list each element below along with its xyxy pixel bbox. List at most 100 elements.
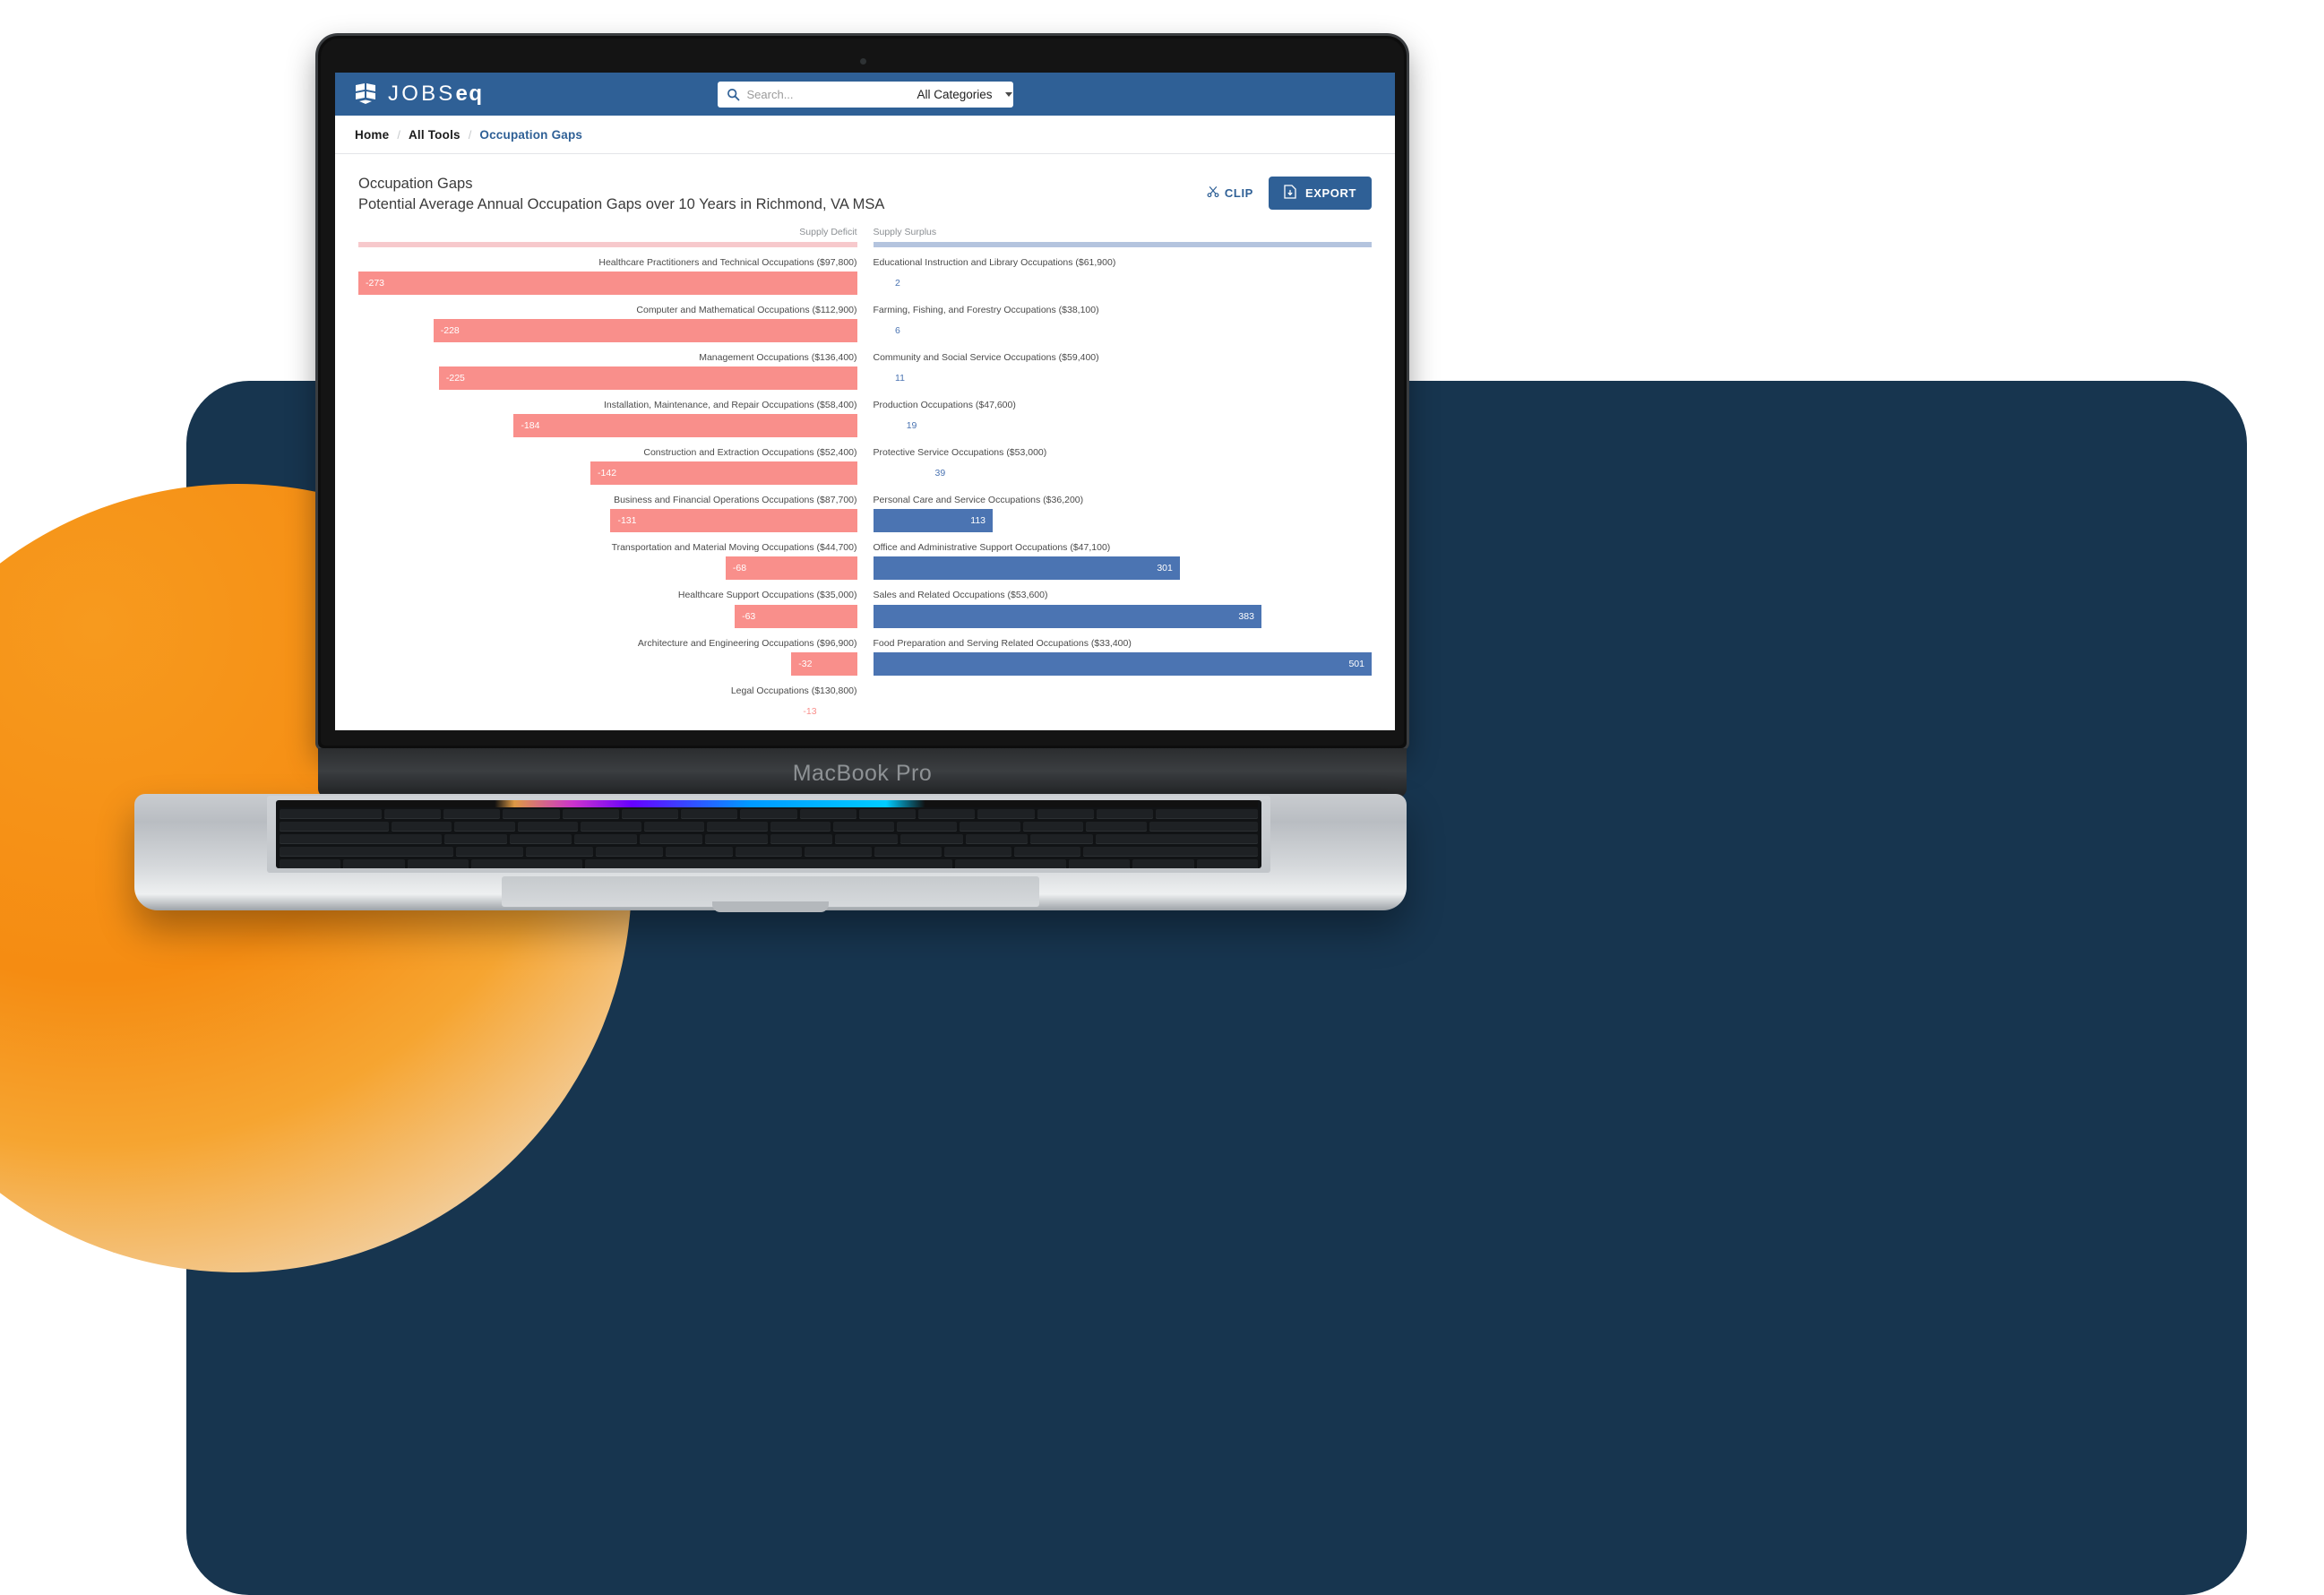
chart-row-label: Personal Care and Service Occupations ($… — [873, 495, 1084, 506]
breadcrumb-item-occupation-gaps[interactable]: Occupation Gaps — [479, 128, 582, 142]
chart-bar-group: 11 — [874, 366, 905, 390]
chart-bar-value: -68 — [732, 563, 747, 574]
chart-bar-value: -228 — [440, 324, 460, 336]
chart-row: Installation, Maintenance, and Repair Oc… — [358, 399, 857, 438]
laptop-base — [134, 794, 1407, 912]
chart-row-bar-line: -142 — [358, 461, 857, 486]
chart-row: Production Occupations ($47,600) 19 — [874, 400, 1373, 437]
app-topbar: JOBSeq All — [335, 73, 1395, 116]
chart-bar[interactable]: -131 — [610, 509, 857, 533]
chart-row-bar-line: -273 — [358, 271, 857, 295]
chart-row-bar-line: -63 — [358, 604, 857, 628]
chart-row-bar-line: -32 — [358, 651, 857, 676]
chart-bar-value: -131 — [617, 515, 637, 527]
chart-bar[interactable]: -68 — [725, 556, 857, 581]
breadcrumb-item-home[interactable]: Home — [355, 128, 389, 142]
chart-bar-value: 2 — [895, 277, 900, 289]
chart-bar-value: -13 — [803, 705, 817, 717]
chart-row-label: Installation, Maintenance, and Repair Oc… — [603, 399, 857, 410]
chart-row: Educational Instruction and Library Occu… — [874, 257, 1373, 295]
supply-surplus-axis-track — [873, 241, 1372, 247]
chart-bar-value: 113 — [970, 515, 986, 527]
chart-bar[interactable]: 301 — [873, 556, 1180, 581]
page-title-block: Occupation Gaps Potential Average Annual… — [358, 174, 884, 215]
chart-row-bar-line: 301 — [873, 556, 1373, 581]
supply-deficit-rows: Healthcare Practitioners and Technical O… — [358, 257, 857, 723]
brand-name-accent: eq — [455, 82, 484, 106]
chart-row-bar-line: -13 — [358, 700, 857, 723]
keyboard-row — [276, 859, 1261, 868]
breadcrumb-separator: / — [397, 127, 400, 142]
breadcrumb-separator: / — [468, 127, 472, 142]
chart-row-label: Food Preparation and Serving Related Occ… — [873, 637, 1132, 649]
breadcrumb-item-all-tools[interactable]: All Tools — [409, 128, 460, 142]
chart-bar[interactable]: -142 — [590, 461, 857, 486]
chart-row-label: Office and Administrative Support Occupa… — [873, 542, 1111, 554]
chart-bar[interactable]: -273 — [358, 271, 857, 295]
base-notch — [712, 901, 829, 912]
chart-bar-value: 383 — [1238, 610, 1254, 622]
chart-bar[interactable]: 383 — [873, 604, 1261, 628]
chart-bar-group: -13 — [803, 700, 856, 723]
chart-row-bar-line: 39 — [874, 461, 1373, 485]
chart-row-label: Production Occupations ($47,600) — [873, 399, 1016, 410]
chart-bar[interactable]: -228 — [433, 318, 857, 342]
chart-bar[interactable]: -63 — [735, 604, 857, 628]
chart-row-bar-line: -228 — [358, 318, 857, 342]
keyboard-well — [267, 796, 1270, 873]
scissors-icon — [1207, 185, 1219, 201]
chart-row-label: Healthcare Support Occupations ($35,000) — [677, 590, 857, 601]
document-download-icon — [1284, 185, 1296, 202]
chart-row: Business and Financial Operations Occupa… — [358, 495, 857, 533]
category-dropdown[interactable]: All Categories — [907, 88, 1021, 101]
chart-row-bar-line: 501 — [873, 651, 1372, 676]
chart-row-label: Management Occupations ($136,400) — [699, 351, 857, 363]
chart-row: Food Preparation and Serving Related Occ… — [873, 637, 1372, 676]
export-button[interactable]: EXPORT — [1268, 177, 1372, 210]
supply-deficit-axis-track — [358, 241, 857, 247]
touch-bar[interactable] — [280, 800, 1258, 807]
chart-row-label: Sales and Related Occupations ($53,600) — [873, 590, 1048, 601]
laptop-lid: JOBSeq All — [318, 36, 1407, 748]
supply-deficit-axis-label: Supply Deficit — [799, 226, 857, 237]
clip-button-label: CLIP — [1224, 186, 1253, 200]
chart-row-bar-line: 383 — [873, 604, 1373, 628]
breadcrumb: Home / All Tools / Occupation Gaps — [335, 116, 1395, 154]
chart-row: Protective Service Occupations ($53,000)… — [874, 447, 1373, 485]
chart-row: Healthcare Practitioners and Technical O… — [358, 257, 857, 295]
chart-bar[interactable]: -32 — [791, 651, 857, 676]
chart-row: Office and Administrative Support Occupa… — [873, 542, 1373, 581]
chart-row-bar-line: -184 — [358, 414, 857, 438]
search-input[interactable] — [745, 80, 907, 108]
brand-name: JOBSeq — [388, 82, 484, 107]
laptop-bottom-bezel: MacBook Pro — [318, 748, 1407, 798]
chart-row-label: Construction and Extraction Occupations … — [643, 447, 857, 459]
chart-bar[interactable]: 501 — [873, 651, 1372, 676]
chart-bar-value: 39 — [934, 468, 946, 479]
chart-bar[interactable]: -184 — [513, 414, 857, 438]
chart-row-bar-line: 19 — [874, 414, 1373, 437]
chart-row: Personal Care and Service Occupations ($… — [873, 495, 1373, 533]
webcam-icon — [859, 58, 866, 65]
supply-surplus-panel: Supply Surplus Educational Instruction a… — [873, 227, 1373, 723]
clip-button[interactable]: CLIP — [1207, 185, 1253, 201]
jobseq-logo-icon — [353, 82, 378, 107]
chart-row: Computer and Mathematical Occupations ($… — [358, 305, 857, 342]
brand-logo[interactable]: JOBSeq — [353, 82, 484, 107]
chart-bar-group: 6 — [874, 319, 900, 342]
chart-row-label: Transportation and Material Moving Occup… — [611, 542, 857, 554]
chart-row: Architecture and Engineering Occupations… — [358, 638, 857, 676]
laptop-screen: JOBSeq All — [335, 73, 1395, 730]
chart-bar[interactable]: -225 — [438, 366, 857, 390]
keyboard-row — [276, 809, 1261, 819]
chart-bar-group: 19 — [874, 414, 917, 437]
chart-row-label: Computer and Mathematical Occupations ($… — [636, 304, 857, 315]
chart-bar[interactable]: 113 — [873, 509, 994, 533]
chart-bar-value: 6 — [895, 324, 900, 336]
search-bar[interactable]: All Categories — [717, 80, 1013, 108]
chart-row-label: Architecture and Engineering Occupations… — [637, 637, 857, 649]
jobseq-app: JOBSeq All — [335, 73, 1395, 730]
chart-row-bar-line: -225 — [358, 366, 857, 390]
chart-row: Legal Occupations ($130,800) -13 — [358, 685, 857, 723]
supply-deficit-panel: Supply Deficit Healthcare Practitioners … — [358, 227, 857, 723]
